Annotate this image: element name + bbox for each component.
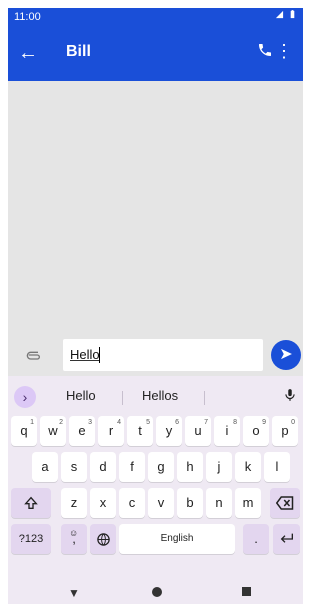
suggestion-divider — [122, 391, 123, 405]
phone-icon — [259, 44, 271, 56]
status-icons — [275, 10, 297, 19]
key-g[interactable]: g — [148, 452, 174, 482]
send-button[interactable]: ➤ — [271, 340, 301, 370]
suggestion-bar: › Hello Hellos — [8, 384, 303, 410]
key-c[interactable]: c — [119, 488, 145, 518]
enter-arrow-icon — [280, 533, 293, 543]
period-key[interactable]: . — [243, 524, 269, 554]
key-h[interactable]: h — [177, 452, 203, 482]
message-composer: Hello ➤ — [8, 335, 303, 375]
backspace-key[interactable] — [270, 488, 300, 518]
key-w[interactable]: w2 — [40, 416, 66, 446]
key-m[interactable]: m — [235, 488, 261, 518]
contact-name: Bill — [66, 43, 91, 60]
key-v[interactable]: v — [148, 488, 174, 518]
back-button[interactable]: ← — [18, 42, 38, 65]
key-o[interactable]: o9 — [243, 416, 269, 446]
suggestion-divider — [204, 391, 205, 405]
mic-icon — [285, 389, 295, 401]
language-key[interactable] — [90, 524, 116, 554]
emoji-icon: ☺ — [69, 528, 79, 538]
call-button[interactable] — [257, 42, 273, 63]
more-options-button[interactable]: ⋮ — [275, 41, 293, 62]
status-time: 11:00 — [14, 11, 41, 23]
symbols-key[interactable]: ?123 — [11, 524, 51, 554]
key-x[interactable]: x — [90, 488, 116, 518]
nav-home-button[interactable] — [152, 587, 162, 597]
key-e[interactable]: e3 — [69, 416, 95, 446]
key-y[interactable]: y6 — [156, 416, 182, 446]
shift-icon — [24, 496, 38, 509]
key-r[interactable]: r4 — [98, 416, 124, 446]
suggestion-word[interactable]: Hellos — [142, 388, 178, 403]
key-q[interactable]: q1 — [11, 416, 37, 446]
key-u[interactable]: u7 — [185, 416, 211, 446]
voice-input-button[interactable] — [283, 387, 297, 408]
backspace-icon — [275, 496, 294, 510]
key-d[interactable]: d — [90, 452, 116, 482]
more-vertical-icon: ⋮ — [275, 41, 293, 61]
key-i[interactable]: i8 — [214, 416, 240, 446]
keyboard-menu-button[interactable]: › — [14, 386, 36, 408]
key-n[interactable]: n — [206, 488, 232, 518]
key-z[interactable]: z — [61, 488, 87, 518]
send-icon: ➤ — [279, 346, 293, 363]
chevron-right-icon: › — [22, 389, 28, 405]
key-k[interactable]: k — [235, 452, 261, 482]
battery-icon — [290, 10, 295, 19]
message-input[interactable]: Hello — [63, 339, 263, 371]
phone-screen: 11:00 ← Bill ⋮ Hello ➤ › Hello Hellos q … — [8, 8, 303, 604]
globe-icon — [96, 533, 110, 546]
signal-icon — [275, 10, 284, 19]
system-nav-bar: ▼ — [8, 581, 303, 604]
paperclip-icon — [26, 351, 40, 360]
enter-key[interactable] — [273, 524, 300, 554]
nav-recents-button[interactable] — [242, 587, 251, 596]
comma-key[interactable]: ☺ , — [61, 524, 87, 554]
suggestion-word[interactable]: Hello — [66, 388, 96, 403]
attach-button[interactable] — [26, 347, 42, 368]
app-bar: ← Bill ⋮ — [8, 27, 303, 81]
key-f[interactable]: f — [119, 452, 145, 482]
triangle-down-icon: ▼ — [68, 586, 80, 600]
key-b[interactable]: b — [177, 488, 203, 518]
key-a[interactable]: a — [32, 452, 58, 482]
status-bar: 11:00 — [8, 8, 303, 27]
arrow-left-icon: ← — [18, 42, 38, 64]
key-p[interactable]: p0 — [272, 416, 298, 446]
key-l[interactable]: l — [264, 452, 290, 482]
space-key[interactable]: English — [119, 524, 235, 554]
key-j[interactable]: j — [206, 452, 232, 482]
message-list — [8, 81, 303, 335]
keyboard: › Hello Hellos q1 w2 e3 r4 t5 y6 u7 i8 o… — [8, 376, 303, 581]
nav-back-button[interactable]: ▼ — [68, 586, 80, 600]
key-t[interactable]: t5 — [127, 416, 153, 446]
shift-key[interactable] — [11, 488, 51, 518]
message-input-text: Hello — [70, 347, 100, 362]
text-caret — [99, 347, 100, 363]
key-s[interactable]: s — [61, 452, 87, 482]
